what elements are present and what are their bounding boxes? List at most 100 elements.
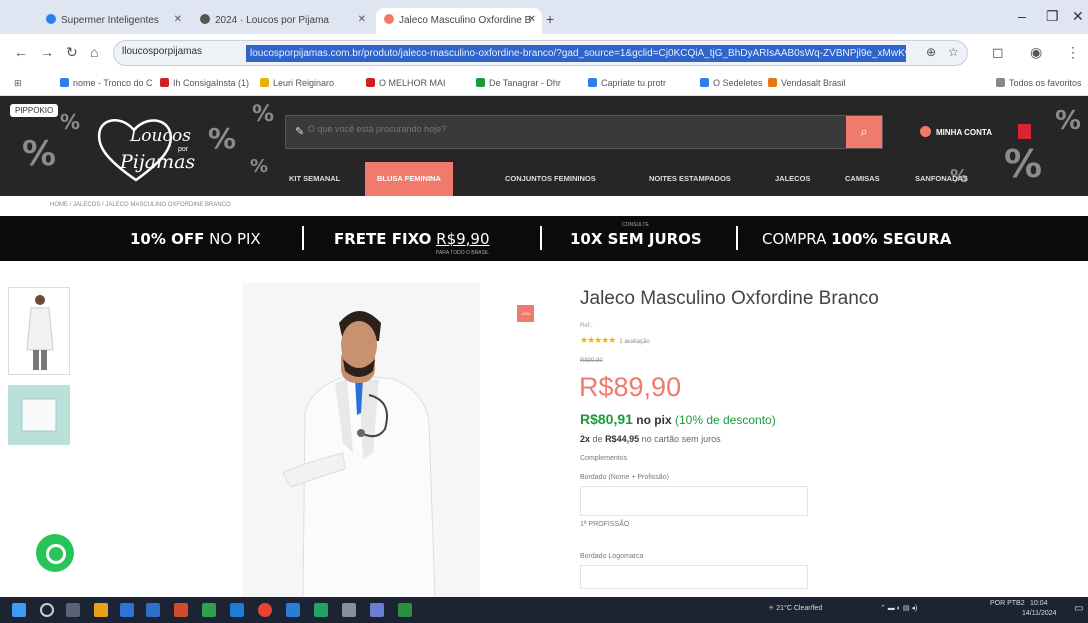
language-indicator[interactable]: POR PTB2 bbox=[990, 600, 1025, 607]
reload-icon[interactable]: ↻ bbox=[66, 44, 78, 61]
forward-icon[interactable]: → bbox=[40, 44, 54, 60]
notification-icon[interactable]: ▭ bbox=[1074, 603, 1083, 614]
divider bbox=[540, 226, 542, 250]
bookmark-icon bbox=[768, 78, 777, 87]
all-bookmarks[interactable]: Todos os favoritos bbox=[996, 78, 1082, 88]
rating-stars[interactable]: ★★★★★ 1 avaliação bbox=[580, 335, 650, 346]
app-icon[interactable] bbox=[342, 603, 356, 617]
app-icon[interactable] bbox=[174, 603, 188, 617]
new-tab-icon[interactable]: + bbox=[546, 11, 554, 27]
site-info[interactable]: lloucosporpijamas bbox=[122, 46, 202, 57]
logo-embroidery-input[interactable] bbox=[580, 565, 808, 589]
app-icon[interactable] bbox=[370, 603, 384, 617]
file-explorer-icon[interactable] bbox=[94, 603, 108, 617]
tab-favicon-icon bbox=[46, 14, 56, 24]
logo-text[interactable]: Loucos bbox=[130, 126, 191, 146]
bookmark-item[interactable]: Leuri Reiginaro bbox=[260, 78, 334, 88]
browser-tab-2[interactable]: 2024 · Loucos por Pijama ✕ bbox=[192, 8, 372, 34]
account-link[interactable]: MINHA CONTA bbox=[920, 126, 992, 137]
tray-icons[interactable]: ⌃ ▬ ◐ ▤ ◂) bbox=[880, 604, 917, 612]
bookmark-label: Ih ConsigaInsta (1) bbox=[173, 78, 250, 88]
mail-icon[interactable] bbox=[120, 603, 134, 617]
category-link[interactable]: SANFONADAS bbox=[915, 162, 968, 196]
thumbnail-image[interactable] bbox=[8, 385, 70, 445]
browser-tab-1[interactable]: Supermer Inteligentes ✕ bbox=[38, 8, 188, 34]
clock-time[interactable]: 10:04 bbox=[1030, 600, 1048, 607]
search-input[interactable] bbox=[308, 124, 808, 134]
close-window-icon[interactable]: ✕ bbox=[1072, 8, 1084, 25]
category-link[interactable]: KIT SEMANAL bbox=[289, 162, 340, 196]
task-view-icon[interactable] bbox=[66, 603, 80, 617]
close-tab-icon[interactable]: ✕ bbox=[358, 14, 366, 25]
bookmarks-bar: ⊞ nome - Tronco do C Ih ConsigaInsta (1)… bbox=[0, 72, 1088, 96]
user-icon bbox=[920, 126, 931, 137]
home-icon[interactable]: ⌂ bbox=[90, 44, 98, 60]
extensions-icon[interactable]: ◻ bbox=[992, 44, 1004, 61]
app-icon[interactable] bbox=[146, 603, 160, 617]
product-photo[interactable] bbox=[243, 283, 480, 599]
percent-decoration-icon: % bbox=[1055, 106, 1082, 136]
promo-juros: 10X SEM JUROS bbox=[570, 230, 702, 248]
app-icon[interactable] bbox=[398, 603, 412, 617]
search-taskbar-icon[interactable] bbox=[40, 603, 54, 617]
edge-icon[interactable] bbox=[230, 603, 244, 617]
maximize-icon[interactable]: ❐ bbox=[1046, 8, 1059, 25]
thumbnail-image[interactable] bbox=[8, 287, 70, 375]
promo-note: CONSULTE bbox=[622, 222, 649, 228]
bookmark-item[interactable]: Vendasalt Brasil bbox=[768, 78, 846, 88]
bookmark-item[interactable]: Capriate tu protr bbox=[588, 78, 666, 88]
bordado-name-input[interactable] bbox=[580, 486, 808, 516]
apps-icon[interactable]: ⊞ bbox=[14, 78, 22, 89]
promo-text: R$9,90 bbox=[436, 230, 490, 248]
category-link[interactable]: NOITES ESTAMPADOS bbox=[649, 162, 731, 196]
start-icon[interactable] bbox=[12, 603, 26, 617]
tab-title: 2024 · Loucos por Pijama bbox=[215, 15, 329, 26]
promo-badge: PIPPOKIO bbox=[10, 104, 59, 117]
address-bar[interactable]: lloucosporpijamas loucosporpijamas.com.b… bbox=[113, 40, 968, 66]
search-button[interactable]: ⌕ bbox=[846, 116, 882, 148]
category-link[interactable]: JALECOS bbox=[775, 162, 810, 196]
logo-text[interactable]: Pijamas bbox=[120, 151, 195, 173]
browser-tab-3[interactable]: Jaleco Masculino Oxfordine B ✕ bbox=[376, 8, 542, 34]
weather-widget[interactable]: ☀ 21°C Clear/fed bbox=[768, 604, 822, 612]
chrome-icon[interactable] bbox=[258, 603, 272, 617]
category-link-active[interactable]: BLUSA FEMININA bbox=[365, 162, 453, 196]
pix-price: R$80,91 bbox=[580, 411, 633, 427]
back-icon[interactable]: ← bbox=[14, 44, 28, 60]
cart-icon[interactable] bbox=[1018, 124, 1031, 139]
account-label: MINHA CONTA bbox=[936, 128, 992, 137]
app-icon[interactable] bbox=[202, 603, 216, 617]
weather-text: 21°C Clear/fed bbox=[776, 605, 823, 612]
site-search: ✎ ⌕ bbox=[285, 115, 883, 149]
tab-title: Supermer Inteligentes bbox=[61, 15, 159, 26]
bookmark-item[interactable]: De Tanagrar - Dhr bbox=[476, 78, 561, 88]
category-link[interactable]: CAMISAS bbox=[845, 162, 880, 196]
promo-text: COMPRA bbox=[762, 230, 827, 248]
menu-icon[interactable]: ⋮ bbox=[1066, 44, 1080, 61]
word-icon[interactable] bbox=[286, 603, 300, 617]
bookmark-label: O Sedeletes bbox=[713, 78, 763, 88]
percent-decoration-icon: % bbox=[250, 156, 269, 177]
excel-icon[interactable] bbox=[314, 603, 328, 617]
close-tab-icon[interactable]: ✕ bbox=[174, 14, 182, 25]
close-tab-icon[interactable]: ✕ bbox=[528, 14, 536, 25]
product-price: R$89,90 bbox=[579, 372, 682, 402]
category-link[interactable]: CONJUNTOS FEMININOS bbox=[505, 162, 596, 196]
pix-label: no pix bbox=[636, 413, 672, 427]
review-count[interactable]: 1 avaliação bbox=[619, 339, 649, 345]
bookmark-item[interactable]: O MELHOR MAI bbox=[366, 78, 446, 88]
whatsapp-icon[interactable] bbox=[36, 534, 74, 572]
bookmark-star-icon[interactable]: ☆ bbox=[948, 45, 959, 59]
url-text[interactable]: loucosporpijamas.com.br/produto/jaleco-m… bbox=[246, 45, 906, 62]
bookmark-icon bbox=[700, 78, 709, 87]
taskbar: ☀ 21°C Clear/fed ⌃ ▬ ◐ ▤ ◂) POR PTB2 10:… bbox=[0, 597, 1088, 623]
bookmark-item[interactable]: O Sedeletes bbox=[700, 78, 763, 88]
bookmark-item[interactable]: nome - Tronco do C bbox=[60, 78, 153, 88]
profile-icon[interactable]: ◉ bbox=[1030, 44, 1042, 61]
minimize-icon[interactable]: – bbox=[1018, 8, 1026, 24]
percent-decoration-icon: % bbox=[252, 102, 275, 127]
lens-icon[interactable]: ⊕ bbox=[926, 45, 936, 59]
clock-date[interactable]: 14/11/2024 bbox=[1022, 610, 1057, 617]
breadcrumb-text[interactable]: HOME / JALECOS / JALECO MASCULINO OXFORD… bbox=[50, 202, 231, 208]
bookmark-item[interactable]: Ih ConsigaInsta (1) bbox=[160, 78, 249, 88]
